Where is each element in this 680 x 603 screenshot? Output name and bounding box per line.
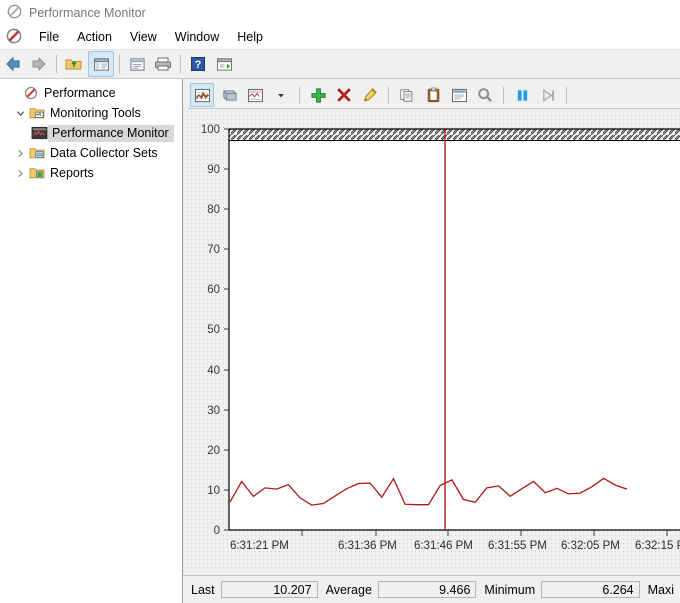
add-counter-icon[interactable] — [307, 84, 329, 106]
chevron-right-icon[interactable] — [12, 163, 28, 183]
print-icon[interactable] — [151, 52, 175, 76]
main-toolbar: ? — [0, 50, 680, 79]
menu-bar: File Action View Window Help — [0, 25, 680, 50]
tree-item-monitoring-tools[interactable]: Monitoring Tools — [0, 103, 182, 123]
view-report-icon[interactable] — [244, 84, 266, 106]
maximum-label: Maxi — [640, 583, 680, 597]
folder-reports-icon — [28, 165, 46, 181]
performance-monitor-pane: 100 90 80 70 60 50 40 30 20 10 0 — [183, 79, 680, 603]
back-icon[interactable] — [1, 52, 25, 76]
menu-item-help[interactable]: Help — [228, 28, 272, 46]
minimum-value: 6.264 — [541, 581, 639, 598]
x-tick-label: 6:31:21 PM — [230, 540, 289, 552]
menu-item-file[interactable]: File — [30, 28, 68, 46]
average-label: Average — [318, 583, 378, 597]
console-tree: Performance Monitoring Tools — [0, 79, 182, 183]
plot-area — [229, 129, 680, 530]
tree-item-label: Data Collector Sets — [46, 146, 158, 160]
highlight-icon[interactable] — [359, 84, 381, 106]
forward-icon[interactable] — [27, 52, 51, 76]
y-tick-label: 10 — [207, 485, 220, 497]
average-value: 9.466 — [378, 581, 476, 598]
x-tick-label: 6:32:15 PM — [635, 540, 680, 552]
help-icon[interactable]: ? — [186, 52, 210, 76]
toolbar-separator — [119, 55, 120, 73]
performance-monitor-icon — [7, 4, 22, 22]
tree-item-data-collector-sets[interactable]: Data Collector Sets — [0, 143, 182, 163]
selected-counter-band — [229, 129, 680, 140]
menu-item-action[interactable]: Action — [68, 28, 121, 46]
y-tick-label: 20 — [207, 445, 220, 457]
copy-properties-icon[interactable] — [396, 84, 418, 106]
x-tick-label: 6:32:05 PM — [561, 540, 620, 552]
x-tick-label: 6:31:55 PM — [488, 540, 547, 552]
menu-item-window[interactable]: Window — [166, 28, 228, 46]
last-value: 10.207 — [221, 581, 318, 598]
folder-collector-icon — [28, 145, 46, 161]
chevron-right-icon[interactable] — [12, 143, 28, 163]
svg-text:?: ? — [195, 59, 202, 71]
chart-toolbar — [188, 82, 680, 109]
properties-icon[interactable] — [125, 52, 149, 76]
tree-item-label: Monitoring Tools — [46, 106, 141, 120]
chart-toolbar-separator — [388, 87, 389, 104]
freeze-display-icon[interactable] — [511, 84, 533, 106]
chart-toolbar-separator — [503, 87, 504, 104]
y-tick-label: 70 — [207, 244, 220, 256]
chart-toolbar-separator — [566, 87, 567, 104]
tree-item-label: Performance — [40, 86, 116, 100]
delete-counter-icon[interactable] — [333, 84, 355, 106]
update-data-icon[interactable] — [537, 84, 559, 106]
minimum-label: Minimum — [476, 583, 541, 597]
tree-twist-placeholder — [6, 83, 22, 103]
paste-counter-list-icon[interactable] — [422, 84, 444, 106]
y-tick-label: 40 — [207, 365, 220, 377]
performance-monitor-window: Performance Monitor File Action View Win… — [0, 0, 680, 603]
show-hide-console-tree-icon[interactable] — [88, 51, 114, 77]
tree-item-reports[interactable]: Reports — [0, 163, 182, 183]
y-tick-label: 80 — [207, 204, 220, 216]
toolbar-separator — [180, 55, 181, 73]
y-tick-label: 0 — [214, 525, 220, 537]
performance-monitor-icon — [6, 28, 22, 47]
y-tick-label: 60 — [207, 284, 220, 296]
new-window-icon[interactable] — [212, 52, 236, 76]
chevron-down-icon[interactable] — [12, 103, 28, 123]
tree-item-performance[interactable]: Performance — [0, 83, 182, 103]
zoom-icon[interactable] — [474, 84, 496, 106]
y-tick-label: 30 — [207, 405, 220, 417]
toolbar-separator — [56, 55, 57, 73]
chart-toolbar-separator — [299, 87, 300, 104]
view-line-graph-icon[interactable] — [190, 83, 214, 107]
performance-graph[interactable]: 100 90 80 70 60 50 40 30 20 10 0 — [183, 111, 680, 603]
view-histogram-icon[interactable] — [218, 84, 240, 106]
title-bar: Performance Monitor — [0, 0, 680, 25]
window-title: Performance Monitor — [29, 6, 146, 20]
last-label: Last — [183, 583, 221, 597]
console-tree-panel: Performance Monitoring Tools — [0, 79, 183, 603]
x-tick-label: 6:31:36 PM — [338, 540, 397, 552]
chevron-down-icon[interactable] — [270, 84, 292, 106]
up-one-level-icon[interactable] — [62, 52, 86, 76]
folder-monitoring-icon — [28, 105, 46, 121]
tree-item-label: Reports — [46, 166, 94, 180]
properties-icon[interactable] — [448, 84, 470, 106]
menu-item-view[interactable]: View — [121, 28, 166, 46]
tree-item-performance-monitor[interactable]: Performance Monitor — [0, 123, 182, 143]
graph-area[interactable]: 100 90 80 70 60 50 40 30 20 10 0 — [183, 111, 680, 603]
performance-monitor-icon — [22, 85, 40, 101]
y-tick-label: 90 — [207, 164, 220, 176]
y-tick-label: 100 — [201, 124, 220, 136]
tree-item-label: Performance Monitor — [48, 125, 174, 142]
perfmon-chart-icon — [30, 125, 48, 141]
x-tick-label: 6:31:46 PM — [414, 540, 473, 552]
counter-value-bar: Last 10.207 Average 9.466 Minimum 6.264 … — [183, 575, 680, 603]
y-tick-label: 50 — [207, 324, 220, 336]
